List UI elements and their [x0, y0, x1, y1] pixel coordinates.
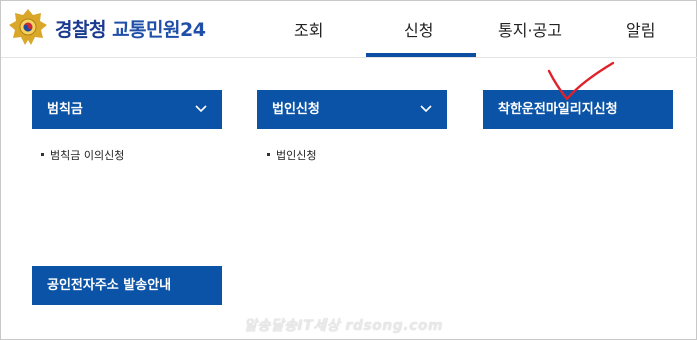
- watermark: 알송달송IT세상 rdsong.com: [244, 318, 444, 334]
- nav-active-indicator: [366, 53, 476, 57]
- menu-fine[interactable]: 범칙금: [32, 90, 222, 129]
- menu-fine-label: 범칙금: [47, 102, 83, 117]
- brand-part2: 교통민원24: [112, 19, 206, 41]
- checkmark-annotation-icon: [547, 61, 615, 101]
- bullet-icon: [267, 152, 270, 156]
- chevron-down-icon: [195, 105, 207, 113]
- chevron-down-icon: [420, 105, 432, 113]
- brand-part1: 경찰청: [55, 19, 106, 41]
- menu-certified-email-label: 공인전자주소 발송안내: [47, 278, 172, 293]
- menu-corporate-label: 법인신청: [272, 102, 320, 117]
- site-header: 경찰청 교통민원24 조회 신청 통지·공고 알림: [1, 1, 697, 58]
- submenu-fine-objection-label: 범칙금 이의신청: [50, 149, 125, 162]
- police-emblem-icon[interactable]: [7, 7, 49, 49]
- bullet-icon: [41, 152, 44, 156]
- site-brand[interactable]: 경찰청 교통민원24: [55, 15, 206, 42]
- nav-item-apply[interactable]: 신청: [404, 17, 433, 41]
- nav-item-alerts[interactable]: 알림: [626, 17, 655, 41]
- menu-certified-email[interactable]: 공인전자주소 발송안내: [32, 266, 222, 305]
- nav-item-notice[interactable]: 통지·공고: [498, 17, 562, 41]
- submenu-corporate-apply-label: 법인신청: [276, 149, 317, 162]
- submenu-corporate-apply[interactable]: 법인신청: [267, 147, 316, 163]
- nav-item-inquiry[interactable]: 조회: [294, 17, 323, 41]
- menu-corporate[interactable]: 법인신청: [257, 90, 447, 129]
- submenu-fine-objection[interactable]: 범칙금 이의신청: [41, 147, 124, 163]
